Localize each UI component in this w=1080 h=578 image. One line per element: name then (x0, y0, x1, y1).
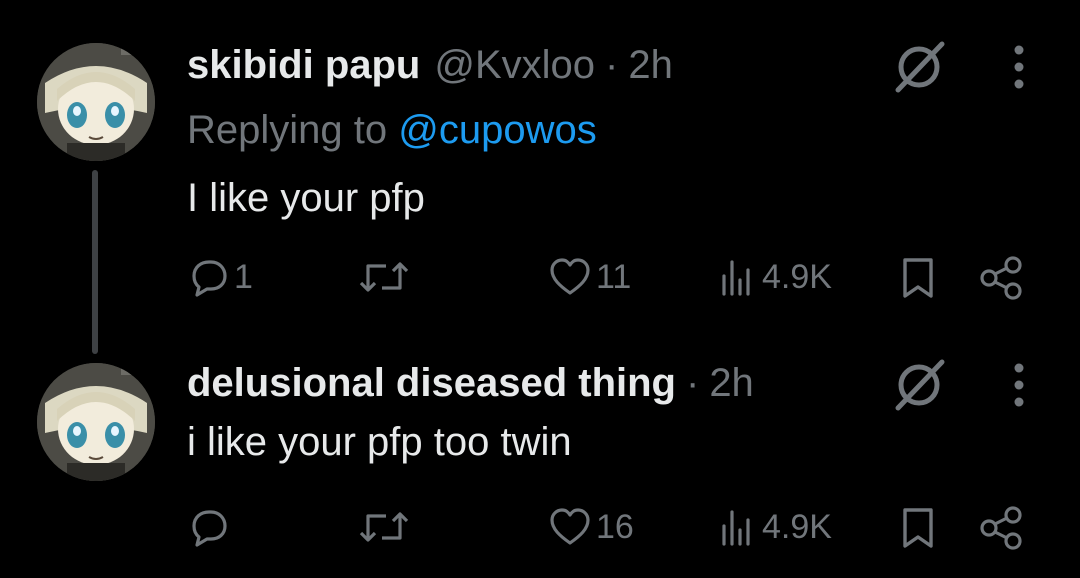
reply-count: 1 (234, 258, 253, 296)
avatar[interactable] (37, 363, 155, 481)
view-count: 4.9K (762, 258, 832, 296)
grok-icon[interactable] (890, 38, 948, 96)
bookmark-icon (903, 258, 933, 298)
bookmark-icon (903, 508, 933, 548)
tweet[interactable]: delusional diseased thing · 2h i like yo… (0, 330, 1080, 578)
like-count: 11 (596, 258, 632, 296)
repost-button[interactable] (356, 506, 416, 548)
bookmark-button[interactable] (898, 256, 938, 300)
views-button[interactable]: 4.9K (718, 256, 832, 298)
heart-icon (550, 258, 590, 295)
username[interactable]: @Kvxloo (434, 40, 595, 90)
thread-connector-line (92, 170, 98, 354)
tweet-header: skibidi papu @Kvxloo · 2h (187, 40, 673, 90)
like-button[interactable]: 11 (548, 256, 631, 298)
display-name[interactable]: skibidi papu (187, 40, 420, 90)
views-button[interactable]: 4.9K (718, 506, 832, 548)
tweet-text: i like your pfp too twin (187, 420, 572, 464)
views-icon (722, 510, 750, 546)
timestamp[interactable]: 2h (709, 358, 754, 408)
share-icon (980, 256, 1022, 300)
views-icon (722, 260, 750, 296)
reply-button[interactable]: 1 (188, 256, 253, 298)
grok-icon[interactable] (890, 356, 948, 414)
share-button[interactable] (978, 506, 1024, 550)
reply-thread: skibidi papu @Kvxloo · 2h Replying to @c… (0, 0, 1080, 578)
repost-icon (359, 512, 409, 542)
separator-dot: · (685, 361, 700, 405)
tweet[interactable]: skibidi papu @Kvxloo · 2h Replying to @c… (0, 0, 1080, 354)
share-button[interactable] (978, 256, 1024, 300)
like-count: 16 (596, 508, 634, 546)
replying-to-label: Replying to (187, 108, 399, 152)
repost-button[interactable] (356, 256, 416, 298)
tweet-text: I like your pfp (187, 176, 425, 220)
tweet-header: delusional diseased thing · 2h (187, 358, 754, 408)
repost-icon (359, 262, 409, 292)
reply-button[interactable] (188, 506, 234, 548)
bookmark-button[interactable] (898, 506, 938, 550)
share-icon (980, 506, 1022, 550)
separator-dot: · (605, 43, 619, 87)
avatar[interactable] (37, 43, 155, 161)
view-count: 4.9K (762, 508, 832, 546)
reply-icon (192, 510, 227, 547)
mention-link[interactable]: @cupowos (398, 108, 596, 152)
like-button[interactable]: 16 (548, 506, 634, 548)
replying-to: Replying to @cupowos (187, 106, 597, 154)
heart-icon (550, 508, 590, 545)
more-icon[interactable] (1004, 358, 1034, 412)
more-icon[interactable] (1004, 40, 1034, 94)
reply-icon (192, 260, 227, 297)
timestamp[interactable]: 2h (628, 40, 673, 90)
display-name[interactable]: delusional diseased thing (187, 358, 676, 408)
